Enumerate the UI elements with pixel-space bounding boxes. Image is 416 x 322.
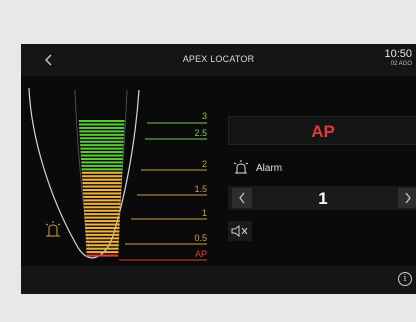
level-bar	[83, 192, 122, 195]
level-bar	[84, 223, 120, 226]
tooth-outline-right	[92, 89, 140, 259]
level-bar	[79, 130, 125, 133]
scale-label-ap: AP	[194, 249, 207, 259]
page-title: APEX LOCATOR	[182, 54, 255, 64]
level-bar	[86, 254, 119, 257]
level-bar	[84, 216, 121, 219]
level-bar	[84, 213, 121, 216]
level-bar	[81, 164, 123, 167]
level-bar	[80, 157, 123, 160]
level-bar	[82, 189, 122, 192]
chevron-right-icon	[405, 192, 411, 204]
level-bar	[86, 247, 119, 250]
alarm-row: Alarm	[228, 158, 416, 180]
level-bar	[79, 140, 124, 143]
level-bar	[82, 185, 122, 188]
scale-label-1-5: 1.5	[194, 184, 207, 194]
level-bar	[80, 144, 124, 147]
level-bar	[82, 182, 122, 185]
scale-label-2: 2	[201, 159, 207, 169]
level-bar	[85, 240, 119, 243]
level-bar	[81, 168, 123, 171]
info-icon: i	[403, 274, 407, 284]
level-bar	[86, 251, 119, 254]
scale-label-0-5: 0.5	[194, 233, 207, 243]
mute-button[interactable]	[228, 221, 252, 241]
alarm-value: 1	[318, 189, 328, 208]
level-bar	[85, 230, 120, 233]
alarm-stepper: 1	[228, 186, 416, 210]
level-bar	[79, 137, 124, 140]
clock-date: 02 AGO	[390, 61, 412, 67]
clock: 10:50 02 AGO	[384, 48, 412, 68]
alarm-label: Alarm	[256, 163, 283, 174]
bottom-bar: i	[21, 266, 416, 294]
level-bar	[80, 151, 124, 154]
increment-button[interactable]	[398, 188, 416, 208]
level-bar	[85, 237, 120, 240]
alarm-bell-icon	[233, 160, 249, 174]
level-bar	[78, 120, 125, 123]
apex-readout-value: AP	[311, 122, 335, 141]
level-bar	[80, 147, 124, 150]
top-bar: APEX LOCATOR 10:50 02 AGO	[21, 44, 416, 76]
scale-alarm-icon	[45, 221, 61, 237]
level-bar	[83, 206, 121, 209]
level-bar	[83, 202, 121, 205]
level-bar	[80, 154, 123, 157]
level-bar	[84, 220, 120, 223]
level-bar	[78, 123, 125, 126]
level-bar	[79, 133, 124, 136]
level-bar	[82, 178, 122, 181]
level-bar	[83, 195, 122, 198]
level-bar	[82, 175, 122, 178]
level-bar	[81, 171, 123, 174]
scale-label-2-5: 2.5	[194, 128, 207, 138]
level-bar	[86, 244, 119, 247]
apex-readout: AP	[228, 116, 416, 145]
clock-time: 10:50	[384, 48, 412, 60]
level-bar	[81, 161, 123, 164]
level-bar	[83, 199, 121, 202]
scale-label-3: 3	[201, 111, 207, 121]
level-bar	[84, 209, 121, 212]
level-bar	[85, 226, 120, 229]
level-bar	[85, 233, 120, 236]
apex-scale: 3 2.5 2 1.5 1 0.5 AP	[21, 76, 221, 266]
level-bar	[79, 126, 125, 129]
speaker-mute-icon	[231, 225, 248, 237]
apex-locator-screen: APEX LOCATOR 10:50 02 AGO 3 2.5 2 1.5 1 …	[21, 44, 416, 294]
scale-label-1: 1	[201, 208, 207, 218]
info-button[interactable]: i	[398, 272, 412, 286]
